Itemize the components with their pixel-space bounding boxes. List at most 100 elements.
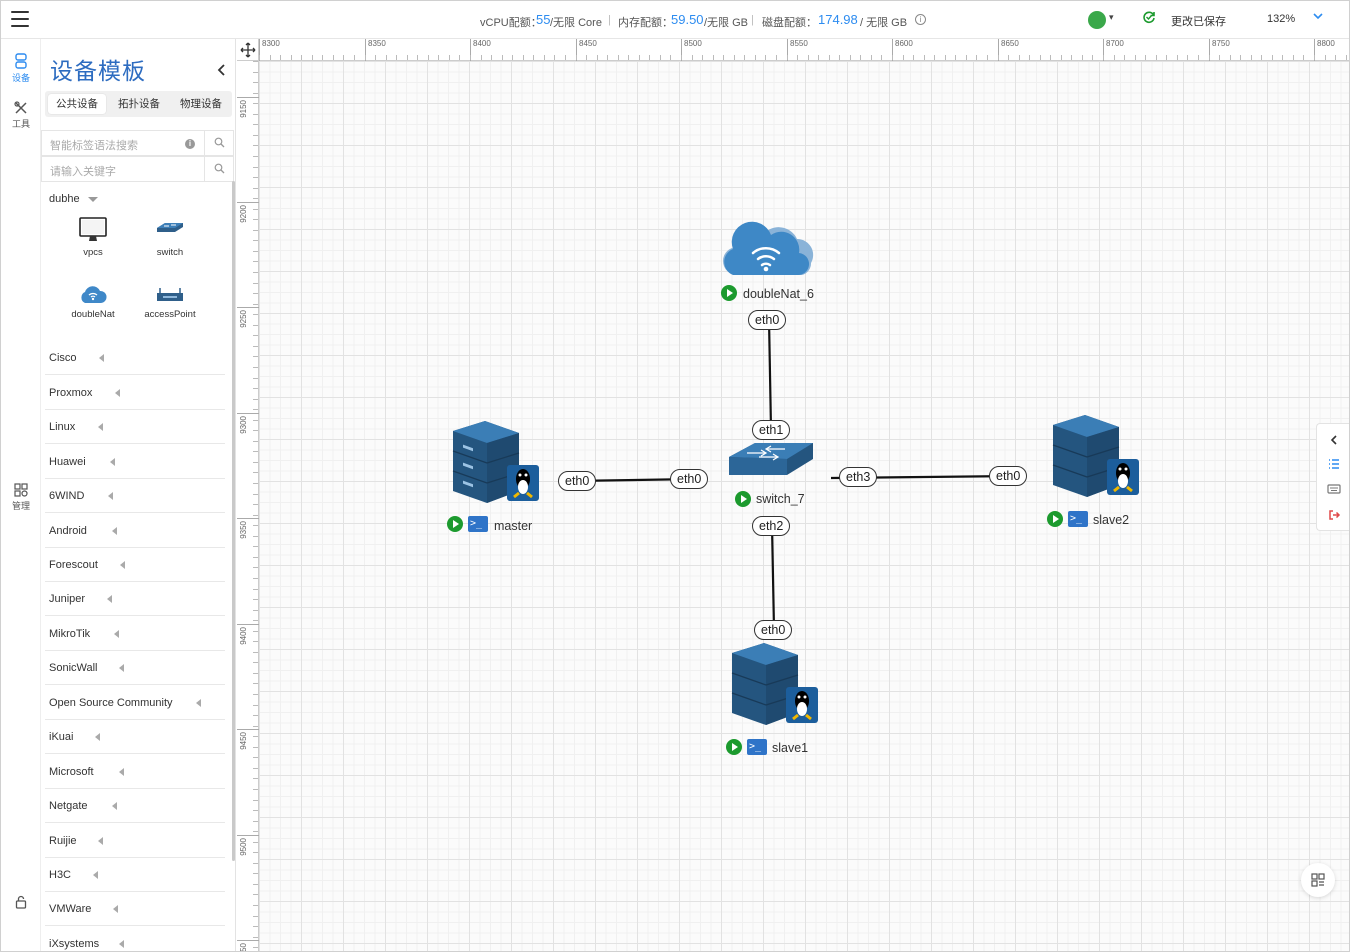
caret-left-icon bbox=[120, 561, 125, 569]
cloud-icon[interactable] bbox=[723, 221, 814, 276]
caret-left-icon bbox=[110, 458, 115, 466]
search-button[interactable] bbox=[204, 157, 234, 181]
zoom-level[interactable]: 132% bbox=[1267, 13, 1295, 25]
interface-label[interactable]: eth1 bbox=[752, 420, 791, 440]
vendor-cisco[interactable]: Cisco bbox=[45, 341, 225, 375]
caret-left-icon bbox=[113, 905, 118, 913]
device-doublenat[interactable]: doubleNat bbox=[58, 283, 128, 320]
play-icon[interactable] bbox=[447, 516, 463, 532]
vendor-vmware[interactable]: VMWare bbox=[45, 892, 225, 926]
chevron-down-icon[interactable] bbox=[1312, 10, 1324, 22]
search-icon bbox=[214, 163, 225, 174]
link-cloud-switch[interactable] bbox=[767, 318, 773, 430]
caret-left-icon bbox=[119, 768, 124, 776]
template-tabs: 公共设备 拓扑设备 物理设备 bbox=[45, 91, 232, 117]
vendor-microsoft[interactable]: Microsoft bbox=[45, 755, 225, 789]
node-label[interactable]: doubleNat_6 bbox=[743, 287, 814, 301]
interface-label[interactable]: eth0 bbox=[748, 310, 787, 330]
server-icon[interactable] bbox=[452, 421, 539, 503]
rail-manage[interactable]: 管理 bbox=[1, 483, 41, 512]
panel-scrollbar[interactable] bbox=[232, 181, 235, 861]
access-point-icon bbox=[157, 288, 183, 301]
node-label[interactable]: slave1 bbox=[772, 741, 808, 755]
switch-icon[interactable] bbox=[729, 443, 813, 475]
interface-label[interactable]: eth0 bbox=[670, 469, 709, 489]
panel-title: 设备模板 bbox=[50, 58, 146, 84]
device-accesspoint[interactable]: accessPoint bbox=[135, 283, 205, 320]
vendor-h3c[interactable]: H3C bbox=[45, 858, 225, 892]
node-label[interactable]: master bbox=[494, 519, 532, 533]
interface-label[interactable]: eth3 bbox=[839, 467, 878, 487]
tab-public-devices[interactable]: 公共设备 bbox=[48, 94, 106, 114]
node-label[interactable]: slave2 bbox=[1093, 513, 1129, 527]
server-icon[interactable] bbox=[1052, 415, 1139, 497]
tab-physical-devices[interactable]: 物理设备 bbox=[172, 94, 230, 114]
keyword-search-input[interactable]: 请输入关键字 bbox=[41, 156, 234, 182]
terminal-icon[interactable] bbox=[468, 516, 488, 532]
chevron-down-icon[interactable]: ▾ bbox=[1109, 12, 1114, 23]
lock-button[interactable] bbox=[1, 895, 41, 911]
vendor-label: Huawei bbox=[49, 456, 86, 468]
disk-value: 174.98 bbox=[818, 12, 858, 27]
server-icon[interactable] bbox=[731, 643, 818, 725]
vendor-label: VMWare bbox=[49, 903, 92, 915]
vendor-ixsystems[interactable]: iXsystems bbox=[45, 927, 225, 951]
vendor-sonicwall[interactable]: SonicWall bbox=[45, 651, 225, 685]
search-button[interactable] bbox=[204, 131, 234, 155]
layout-button[interactable] bbox=[1301, 863, 1335, 897]
vendor-6wind[interactable]: 6WIND bbox=[45, 479, 225, 513]
interface-label[interactable]: eth0 bbox=[989, 466, 1028, 486]
keyboard-icon[interactable] bbox=[1327, 482, 1341, 496]
vendor-linux[interactable]: Linux bbox=[45, 410, 225, 444]
play-icon[interactable] bbox=[735, 491, 751, 507]
vendor-ruijie[interactable]: Ruijie bbox=[45, 824, 225, 858]
chevron-left-icon[interactable] bbox=[1327, 433, 1341, 447]
collapse-icon[interactable] bbox=[216, 63, 226, 77]
interface-label[interactable]: eth0 bbox=[754, 620, 793, 640]
vendor-mikrotik[interactable]: MikroTik bbox=[45, 617, 225, 651]
tab-topology-devices[interactable]: 拓扑设备 bbox=[110, 94, 168, 114]
vendor-forescout[interactable]: Forescout bbox=[45, 548, 225, 582]
node-label[interactable]: switch_7 bbox=[756, 492, 805, 506]
caret-left-icon bbox=[98, 423, 103, 431]
vendor-netgate[interactable]: Netgate bbox=[45, 789, 225, 823]
tag-search-input[interactable]: 智能标签语法搜索 i bbox=[41, 130, 234, 156]
interface-label[interactable]: eth2 bbox=[752, 516, 791, 536]
caret-down-icon bbox=[87, 196, 98, 202]
save-status: 更改已保存 bbox=[1171, 16, 1226, 28]
mem-value: 59.50 bbox=[671, 12, 704, 27]
info-icon[interactable]: i bbox=[915, 14, 926, 25]
topology-canvas[interactable]: 8300 8350 8400 8450 8500 8550 8600 8650 … bbox=[237, 39, 1349, 951]
vendor-open-source-community[interactable]: Open Source Community bbox=[45, 686, 225, 720]
lock-icon bbox=[15, 895, 27, 909]
rail-tools[interactable]: 工具 bbox=[1, 101, 41, 130]
menu-icon[interactable] bbox=[11, 11, 29, 27]
device-switch[interactable]: switch bbox=[135, 217, 205, 258]
logout-icon[interactable] bbox=[1327, 508, 1341, 522]
device-vpcs[interactable]: vpcs bbox=[58, 217, 128, 258]
vendor-huawei[interactable]: Huawei bbox=[45, 445, 225, 479]
avatar[interactable] bbox=[1088, 11, 1106, 29]
vendor-ikuai[interactable]: iKuai bbox=[45, 720, 225, 754]
list-icon[interactable] bbox=[1327, 457, 1341, 471]
vendor-juniper[interactable]: Juniper bbox=[45, 582, 225, 616]
vendor-label: Open Source Community bbox=[49, 697, 173, 709]
caret-left-icon bbox=[95, 733, 100, 741]
vendor-android[interactable]: Android bbox=[45, 514, 225, 548]
rail-devices[interactable]: 设备 bbox=[1, 53, 41, 84]
group-dubhe-label: dubhe bbox=[49, 193, 80, 205]
terminal-icon[interactable] bbox=[1068, 511, 1088, 527]
group-dubhe[interactable]: dubhe bbox=[49, 193, 98, 205]
play-icon[interactable] bbox=[721, 285, 737, 301]
layout-icon bbox=[1311, 873, 1325, 887]
info-icon[interactable]: i bbox=[185, 139, 195, 149]
server-icon bbox=[15, 53, 27, 69]
caret-left-icon bbox=[119, 940, 124, 948]
terminal-icon[interactable] bbox=[747, 739, 767, 755]
caret-left-icon bbox=[93, 871, 98, 879]
play-icon[interactable] bbox=[726, 739, 742, 755]
interface-label[interactable]: eth0 bbox=[558, 471, 597, 491]
link-switch-slave1[interactable] bbox=[770, 524, 776, 630]
play-icon[interactable] bbox=[1047, 511, 1063, 527]
vendor-proxmox[interactable]: Proxmox bbox=[45, 376, 225, 410]
